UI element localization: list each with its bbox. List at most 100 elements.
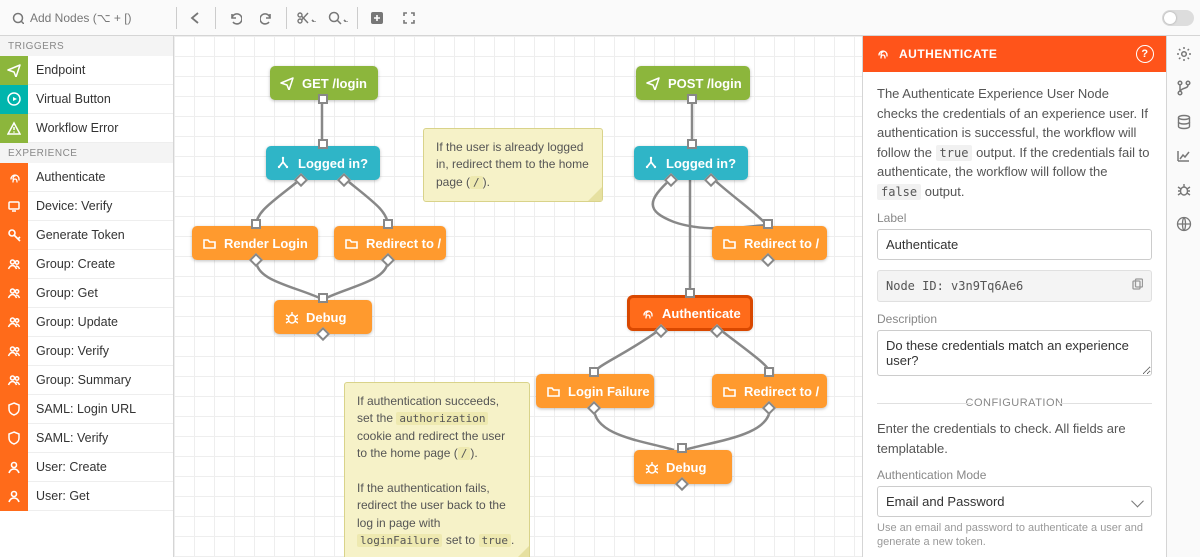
connector[interactable] [685, 288, 695, 298]
panel-body: The Authenticate Experience User Node ch… [863, 72, 1166, 557]
auth-mode-select[interactable]: Email and Password [877, 486, 1152, 517]
redo-icon [260, 11, 274, 25]
configuration-header: CONFIGURATION [877, 397, 1152, 409]
folder-icon [722, 236, 736, 250]
back-button[interactable] [183, 5, 209, 31]
fingerprint-icon [875, 46, 891, 62]
branch-icon [1176, 80, 1192, 96]
separator [215, 7, 216, 29]
shield-icon [0, 395, 28, 424]
shield-icon [0, 424, 28, 453]
folder-icon [344, 236, 358, 250]
workflow-canvas[interactable]: If the user is already logged in, redire… [174, 36, 862, 557]
panel-description: The Authenticate Experience User Node ch… [877, 84, 1152, 201]
label-input[interactable] [877, 229, 1152, 260]
plus-icon [370, 11, 384, 25]
panel-header: AUTHENTICATE ? [863, 36, 1166, 72]
rail-debug[interactable] [1174, 180, 1194, 200]
search-placeholder: Add Nodes (⌥ + [) [30, 11, 132, 25]
panel-title: AUTHENTICATE [899, 47, 997, 61]
node-logged-in-2[interactable]: Logged in? [634, 146, 748, 180]
palette-item-group-create[interactable]: Group: Create [0, 250, 173, 279]
note-auth-result[interactable]: If authentication succeeds, set the auth… [344, 382, 530, 557]
send-icon [646, 76, 660, 90]
connector[interactable] [251, 219, 261, 229]
device-icon [0, 192, 28, 221]
connector[interactable] [763, 219, 773, 229]
auth-mode-hint: Use an email and password to authenticat… [877, 521, 1152, 550]
warning-icon [0, 114, 28, 143]
configuration-intro: Enter the credentials to check. All fiel… [877, 419, 1152, 458]
user-icon [0, 453, 28, 482]
caret-down-icon [340, 14, 348, 22]
node-id-display: Node ID: v3n9Tq6Ae6 [877, 270, 1152, 302]
chart-icon [1176, 148, 1192, 164]
users-icon [0, 279, 28, 308]
note-logged-in[interactable]: If the user is already logged in, redire… [423, 128, 603, 202]
bug-icon [284, 310, 298, 324]
folder-icon [202, 236, 216, 250]
rail-versions[interactable] [1174, 78, 1194, 98]
redo-button[interactable] [254, 5, 280, 31]
user-icon [0, 482, 28, 511]
palette-item-group-verify[interactable]: Group: Verify [0, 337, 173, 366]
palette-item-user-get[interactable]: User: Get [0, 482, 173, 511]
mode-toggle[interactable] [1162, 10, 1194, 26]
arrow-left-icon [189, 11, 203, 25]
undo-button[interactable] [222, 5, 248, 31]
palette-item-device-verify[interactable]: Device: Verify [0, 192, 173, 221]
help-button[interactable]: ? [1136, 45, 1154, 63]
connector[interactable] [677, 443, 687, 453]
palette-item-endpoint[interactable]: Endpoint [0, 56, 173, 85]
key-icon [0, 221, 28, 250]
add-button[interactable] [364, 5, 390, 31]
auth-mode-label: Authentication Mode [877, 468, 1152, 482]
copy-node-id-button[interactable] [1130, 278, 1143, 294]
palette-item-virtual-button[interactable]: Virtual Button [0, 85, 173, 114]
rail-globe[interactable] [1174, 214, 1194, 234]
palette-item-saml-verify[interactable]: SAML: Verify [0, 424, 173, 453]
palette-item-group-update[interactable]: Group: Update [0, 308, 173, 337]
palette-item-group-get[interactable]: Group: Get [0, 279, 173, 308]
play-icon [0, 85, 28, 114]
connector[interactable] [383, 219, 393, 229]
connector[interactable] [764, 367, 774, 377]
expand-button[interactable] [396, 5, 422, 31]
rail-metrics[interactable] [1174, 146, 1194, 166]
bug-icon [1176, 182, 1192, 198]
add-nodes-search[interactable]: Add Nodes (⌥ + [) [6, 11, 170, 25]
connector[interactable] [589, 367, 599, 377]
zoom-button[interactable] [325, 5, 351, 31]
globe-icon [1176, 216, 1192, 232]
cut-button[interactable] [293, 5, 319, 31]
palette-section-experience: EXPERIENCE [0, 143, 173, 163]
rail-settings[interactable] [1174, 44, 1194, 64]
connector[interactable] [318, 139, 328, 149]
connector[interactable] [318, 94, 328, 104]
fingerprint-icon [640, 306, 654, 320]
expand-icon [402, 11, 416, 25]
connector[interactable] [687, 94, 697, 104]
palette-section-triggers: TRIGGERS [0, 36, 173, 56]
label-field-label: Label [877, 211, 1152, 225]
properties-panel: AUTHENTICATE ? The Authenticate Experien… [862, 36, 1166, 557]
toolbar: Add Nodes (⌥ + [) [0, 0, 1200, 36]
folder-icon [546, 384, 560, 398]
node-authenticate[interactable]: Authenticate [628, 296, 752, 330]
palette-item-group-summary[interactable]: Group: Summary [0, 366, 173, 395]
connector[interactable] [318, 293, 328, 303]
caret-down-icon [308, 14, 316, 22]
palette-item-saml-login-url[interactable]: SAML: Login URL [0, 395, 173, 424]
palette-item-user-create[interactable]: User: Create [0, 453, 173, 482]
description-field-label: Description [877, 312, 1152, 326]
palette-item-workflow-error[interactable]: Workflow Error [0, 114, 173, 143]
description-input[interactable] [877, 330, 1152, 376]
connector[interactable] [687, 139, 697, 149]
node-logged-in-1[interactable]: Logged in? [266, 146, 380, 180]
users-icon [0, 250, 28, 279]
palette-item-authenticate[interactable]: Authenticate [0, 163, 173, 192]
separator [357, 7, 358, 29]
palette-item-generate-token[interactable]: Generate Token [0, 221, 173, 250]
folder-icon [722, 384, 736, 398]
rail-storage[interactable] [1174, 112, 1194, 132]
